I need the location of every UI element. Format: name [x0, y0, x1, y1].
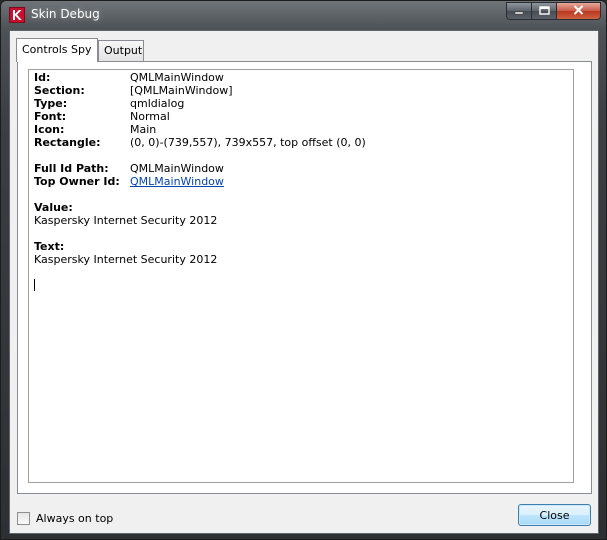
tab-controls-spy[interactable]: Controls Spy [16, 38, 98, 62]
property-value: QMLMainWindow [130, 162, 224, 175]
value-label: Value: [34, 201, 73, 214]
caption-buttons [506, 2, 601, 21]
minimize-icon [514, 5, 524, 18]
property-label: Full Id Path: [34, 162, 109, 175]
property-value: QMLMainWindow [130, 71, 224, 84]
text-cursor [34, 279, 35, 291]
skin-debug-window: Skin Debug Controls Spy Output Id: QMLMa… [0, 0, 607, 540]
control-info-box[interactable]: Id: QMLMainWindow Section: [QMLMainWindo… [28, 69, 574, 483]
text-text: Kaspersky Internet Security 2012 [34, 253, 218, 266]
property-label: Top Owner Id: [34, 175, 120, 188]
property-value: qmldialog [130, 97, 185, 110]
property-label: Type: [34, 97, 68, 110]
always-on-top-label: Always on top [36, 512, 114, 525]
maximize-icon [538, 5, 550, 18]
property-value: Main [130, 123, 157, 136]
maximize-button[interactable] [532, 2, 557, 20]
window-title: Skin Debug [31, 7, 100, 21]
top-owner-link[interactable]: QMLMainWindow [130, 175, 224, 188]
tab-output[interactable]: Output [98, 40, 144, 61]
property-value: (0, 0)-(739,557), 739x557, top offset (0… [130, 136, 366, 149]
close-window-button[interactable] [557, 2, 601, 20]
property-label: Rectangle: [34, 136, 101, 149]
always-on-top-option[interactable]: Always on top [17, 512, 113, 525]
property-label: Section: [34, 84, 85, 97]
value-text: Kaspersky Internet Security 2012 [34, 214, 218, 227]
close-icon [573, 4, 584, 18]
property-label: Id: [34, 71, 51, 84]
close-button[interactable]: Close [518, 504, 591, 526]
kaspersky-k-icon [9, 7, 25, 23]
property-value: Normal [130, 110, 170, 123]
property-value: [QMLMainWindow] [130, 84, 233, 97]
minimize-button[interactable] [506, 2, 532, 20]
property-label: Font: [34, 110, 67, 123]
text-label: Text: [34, 240, 65, 253]
property-label: Icon: [34, 123, 65, 136]
dialog-client-area: Controls Spy Output Id: QMLMainWindow Se… [9, 30, 599, 534]
title-bar[interactable]: Skin Debug [1, 1, 606, 29]
controls-spy-panel: Id: QMLMainWindow Section: [QMLMainWindo… [17, 61, 592, 494]
always-on-top-checkbox[interactable] [17, 512, 30, 525]
